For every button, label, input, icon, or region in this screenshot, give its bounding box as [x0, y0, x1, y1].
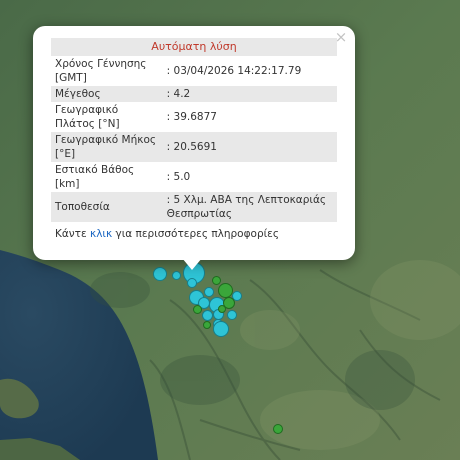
earthquake-marker[interactable] — [193, 305, 202, 314]
origin-time-value: : 03/04/2026 14:22:17.79 — [166, 65, 302, 77]
magnitude-label: Μέγεθος — [51, 86, 163, 102]
popup-pointer — [182, 258, 202, 270]
longitude-value: : 20.5691 — [162, 132, 337, 162]
earthquake-details-table: Αυτόματη λύση Χρόνος Γέννησης [GMT] : 03… — [51, 38, 337, 222]
more-info-suffix: για περισσότερες πληροφορίες — [112, 228, 280, 240]
more-info-text: Κάντε κλικ για περισσότερες πληροφορίες — [51, 228, 337, 240]
earthquake-marker[interactable] — [153, 267, 167, 281]
latitude-value: : 39.6877 — [166, 111, 217, 123]
table-row: Χρόνος Γέννησης [GMT] : 03/04/2026 14:22… — [51, 56, 337, 86]
location-value: : 5 Χλμ. ΑΒΑ της Λεπτοκαριάς Θεσπρωτίας — [162, 192, 337, 222]
popup-title-row: Αυτόματη λύση — [51, 38, 337, 56]
more-info-link[interactable]: κλικ — [90, 228, 112, 240]
location-label: Τοποθεσία — [51, 192, 163, 222]
earthquake-marker[interactable] — [172, 271, 181, 280]
earthquake-marker[interactable] — [203, 321, 211, 329]
table-row: Γεωγραφικό Πλάτος [°N] : 39.6877 — [51, 102, 337, 132]
depth-label: Εστιακό Βάθος [km] — [55, 164, 135, 190]
earthquake-marker[interactable] — [204, 287, 214, 297]
popup-title: Αυτόματη λύση — [51, 38, 337, 56]
depth-value: : 5.0 — [166, 171, 191, 183]
earthquake-marker[interactable] — [273, 424, 283, 434]
table-row: Τοποθεσία : 5 Χλμ. ΑΒΑ της Λεπτοκαριάς Θ… — [51, 192, 337, 222]
table-row: Μέγεθος : 4.2 — [51, 86, 337, 102]
earthquake-info-popup: × Αυτόματη λύση Χρόνος Γέννησης [GMT] : … — [33, 26, 355, 260]
earthquake-marker[interactable] — [218, 283, 233, 298]
origin-time-label: Χρόνος Γέννησης [GMT] — [55, 58, 147, 84]
longitude-label: Γεωγραφικό Μήκος [°E] — [51, 132, 163, 162]
earthquake-marker[interactable] — [218, 305, 226, 313]
latitude-label: Γεωγραφικό Πλάτος [°N] — [55, 104, 120, 130]
earthquake-marker[interactable] — [202, 310, 213, 321]
close-icon[interactable]: × — [333, 29, 349, 45]
table-row: Εστιακό Βάθος [km] : 5.0 — [51, 162, 337, 192]
earthquake-marker[interactable] — [187, 278, 197, 288]
earthquake-marker[interactable] — [212, 276, 221, 285]
earthquake-marker[interactable] — [227, 310, 237, 320]
map-view[interactable]: × Αυτόματη λύση Χρόνος Γέννησης [GMT] : … — [0, 0, 460, 460]
more-info-prefix: Κάντε — [55, 228, 91, 240]
magnitude-value: : 4.2 — [162, 86, 337, 102]
earthquake-marker[interactable] — [213, 321, 229, 337]
table-row: Γεωγραφικό Μήκος [°E] : 20.5691 — [51, 132, 337, 162]
